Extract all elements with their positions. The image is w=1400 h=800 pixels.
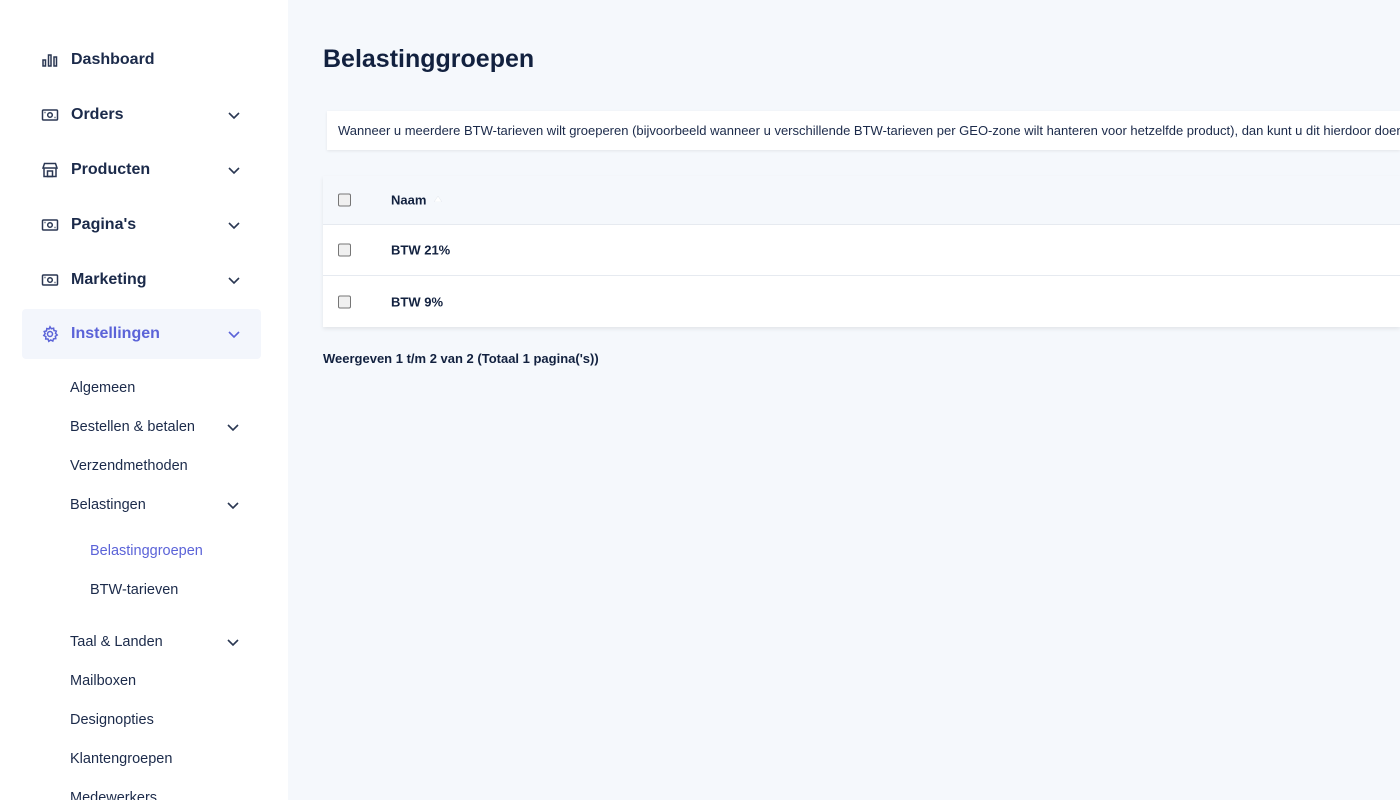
gear-icon	[40, 324, 60, 344]
sidebar-item-label: Producten	[71, 161, 151, 178]
submenu-item-medewerkers[interactable]: Medewerkers	[70, 790, 157, 800]
tax-groups-table: Naam BTW 21% BTW 9%	[323, 176, 1400, 327]
chevron-down-icon[interactable]	[227, 163, 241, 177]
sidebar-item-orders[interactable]: Orders	[22, 90, 261, 140]
row-checkbox[interactable]	[338, 295, 351, 308]
sidebar-item-label: Dashboard	[71, 51, 155, 68]
submenu-item-belastinggroepen[interactable]: Belastinggroepen	[90, 543, 203, 559]
sidebar-item-label: Orders	[71, 106, 124, 123]
submenu-item-btw-tarieven[interactable]: BTW-tarieven	[90, 582, 178, 598]
row-name[interactable]: BTW 21%	[391, 243, 450, 258]
submenu-item-klantengroepen[interactable]: Klantengroepen	[70, 751, 172, 767]
sidebar-item-label: Instellingen	[71, 325, 160, 342]
cash-icon	[40, 270, 60, 290]
app-window: Dashboard Orders Producten Pagina's Mark…	[0, 0, 1400, 800]
cash-icon	[40, 215, 60, 235]
cash-icon	[40, 105, 60, 125]
row-checkbox[interactable]	[338, 243, 351, 257]
submenu-item-bestellen-betalen[interactable]: Bestellen & betalen	[70, 419, 195, 435]
table-row[interactable]: BTW 21%	[323, 225, 1400, 276]
row-name[interactable]: BTW 9%	[391, 294, 443, 309]
select-all-checkbox[interactable]	[338, 193, 351, 207]
chevron-down-icon[interactable]	[226, 498, 240, 512]
submenu-item-belastingen[interactable]: Belastingen	[70, 497, 146, 513]
sidebar-item-instellingen[interactable]: Instellingen	[22, 309, 261, 359]
page-title: Belastinggroepen	[323, 45, 535, 73]
table-row[interactable]: BTW 9%	[323, 276, 1400, 327]
sidebar-item-label: Marketing	[71, 271, 147, 288]
sidebar-item-producten[interactable]: Producten	[22, 145, 261, 195]
sort-up-icon[interactable]	[434, 196, 442, 202]
sidebar-item-paginas[interactable]: Pagina's	[22, 200, 261, 250]
chevron-down-icon[interactable]	[226, 635, 240, 649]
table-header: Naam	[323, 176, 1400, 225]
bar-chart-icon	[40, 50, 60, 70]
chevron-down-icon[interactable]	[226, 420, 240, 434]
sidebar-item-label: Pagina's	[71, 216, 137, 233]
column-header-name[interactable]: Naam	[391, 193, 426, 208]
sidebar-item-dashboard[interactable]: Dashboard	[22, 35, 261, 85]
chevron-down-icon[interactable]	[227, 327, 241, 341]
chevron-down-icon[interactable]	[227, 108, 241, 122]
chevron-down-icon[interactable]	[227, 218, 241, 232]
submenu-item-mailboxen[interactable]: Mailboxen	[70, 673, 136, 689]
pagination-info: Weergeven 1 t/m 2 van 2 (Totaal 1 pagina…	[323, 351, 599, 366]
store-icon	[40, 160, 60, 180]
submenu-item-verzendmethoden[interactable]: Verzendmethoden	[70, 458, 188, 474]
sidebar-item-marketing[interactable]: Marketing	[22, 255, 261, 305]
chevron-down-icon[interactable]	[227, 273, 241, 287]
submenu-item-algemeen[interactable]: Algemeen	[70, 380, 135, 396]
sidebar: Dashboard Orders Producten Pagina's Mark…	[0, 0, 288, 800]
info-box: Wanneer u meerdere BTW-tarieven wilt gro…	[327, 111, 1400, 150]
submenu-item-designopties[interactable]: Designopties	[70, 712, 154, 728]
submenu-item-taal-landen[interactable]: Taal & Landen	[70, 634, 163, 650]
